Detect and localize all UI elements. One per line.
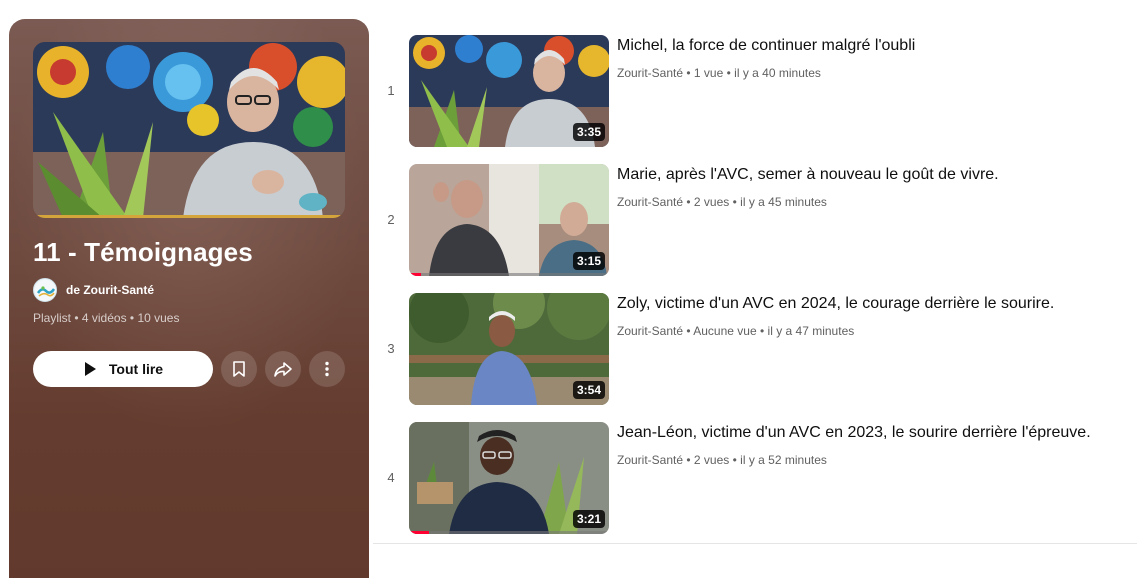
video-duration: 3:21 <box>572 510 605 528</box>
video-title[interactable]: Zoly, victime d'un AVC en 2024, le coura… <box>617 295 1054 313</box>
meta-separator: • <box>686 195 691 209</box>
watch-progress-track <box>409 273 609 276</box>
play-all-label: Tout lire <box>108 361 164 377</box>
bookmark-icon <box>233 361 245 377</box>
video-duration: 3:54 <box>572 381 605 399</box>
playlist-meta: Playlist • 4 vidéos • 10 vues <box>33 311 180 325</box>
more-vert-icon <box>325 361 329 377</box>
watch-progress-track <box>409 531 609 534</box>
share-icon <box>274 362 292 377</box>
list-item[interactable]: 2 3:15 Marie, après l'AVC, semer à nouve… <box>373 164 1137 293</box>
list-divider <box>373 543 1137 544</box>
play-icon <box>84 362 96 376</box>
playlist-title: 11 - Témoignages <box>33 237 253 267</box>
list-item[interactable]: 1 3:35 Michel, la force de continuer mal… <box>373 35 1137 164</box>
owner-name[interactable]: de Zourit-Santé <box>66 283 154 297</box>
channel-name[interactable]: Zourit-Santé <box>617 195 683 209</box>
playlist-video-list: 1 3:35 Michel, la force de continuer mal… <box>373 0 1137 578</box>
video-duration: 3:35 <box>572 123 605 141</box>
video-title[interactable]: Marie, après l'AVC, semer à nouveau le g… <box>617 166 999 184</box>
hero-thumbnail-art <box>33 42 345 218</box>
view-count: 1 vue <box>693 66 724 80</box>
channel-avatar[interactable] <box>33 278 57 302</box>
view-count: 2 vues <box>693 453 730 467</box>
more-actions-button[interactable] <box>309 351 345 387</box>
video-duration: 3:15 <box>572 252 605 270</box>
playlist-hero-thumbnail[interactable] <box>33 42 345 218</box>
video-meta: Zourit-Santé • 1 vue • il y a 40 minutes <box>617 66 821 80</box>
meta-separator: • <box>726 66 731 80</box>
watch-progress-bar <box>409 273 421 276</box>
channel-name[interactable]: Zourit-Santé <box>617 453 683 467</box>
channel-name[interactable]: Zourit-Santé <box>617 324 683 338</box>
playlist-owner[interactable]: de Zourit-Santé <box>33 278 154 302</box>
upload-age: il y a 47 minutes <box>767 324 855 338</box>
video-title[interactable]: Michel, la force de continuer malgré l'o… <box>617 37 915 55</box>
video-thumbnail[interactable]: 3:21 <box>409 422 609 534</box>
save-playlist-button[interactable] <box>221 351 257 387</box>
play-all-button[interactable]: Tout lire <box>33 351 213 387</box>
hero-progress-bar <box>33 215 345 218</box>
video-thumbnail[interactable]: 3:35 <box>409 35 609 147</box>
playlist-header-panel: 11 - Témoignages de Zourit-Santé Playlis… <box>9 19 369 578</box>
channel-avatar-logo-icon <box>35 280 56 301</box>
upload-age: il y a 40 minutes <box>734 66 821 80</box>
meta-separator: • <box>686 324 691 338</box>
watch-progress-bar <box>409 531 429 534</box>
view-count: Aucune vue <box>693 324 757 338</box>
list-item[interactable]: 4 3:21 Jean-Léon, victime d'un AVC en 20… <box>373 422 1137 551</box>
video-meta: Zourit-Santé • 2 vues • il y a 45 minute… <box>617 195 827 209</box>
meta-separator: • <box>686 66 691 80</box>
video-thumbnail[interactable]: 3:54 <box>409 293 609 405</box>
channel-name[interactable]: Zourit-Santé <box>617 66 683 80</box>
video-meta: Zourit-Santé • Aucune vue • il y a 47 mi… <box>617 324 854 338</box>
meta-separator: • <box>732 195 737 209</box>
upload-age: il y a 45 minutes <box>740 195 827 209</box>
view-count: 2 vues <box>693 195 730 209</box>
meta-separator: • <box>759 324 765 338</box>
meta-separator: • <box>686 453 691 467</box>
upload-age: il y a 52 minutes <box>740 453 827 467</box>
share-playlist-button[interactable] <box>265 351 301 387</box>
video-index: 1 <box>387 83 395 98</box>
video-meta: Zourit-Santé • 2 vues • il y a 52 minute… <box>617 453 827 467</box>
video-index: 4 <box>387 470 395 485</box>
meta-separator: • <box>732 453 737 467</box>
video-index: 3 <box>387 341 395 356</box>
list-item[interactable]: 3 3:54 Zoly, victime d'un AVC en 2024, l… <box>373 293 1137 422</box>
video-title[interactable]: Jean-Léon, victime d'un AVC en 2023, le … <box>617 424 1091 442</box>
video-index: 2 <box>387 212 395 227</box>
video-thumbnail[interactable]: 3:15 <box>409 164 609 276</box>
